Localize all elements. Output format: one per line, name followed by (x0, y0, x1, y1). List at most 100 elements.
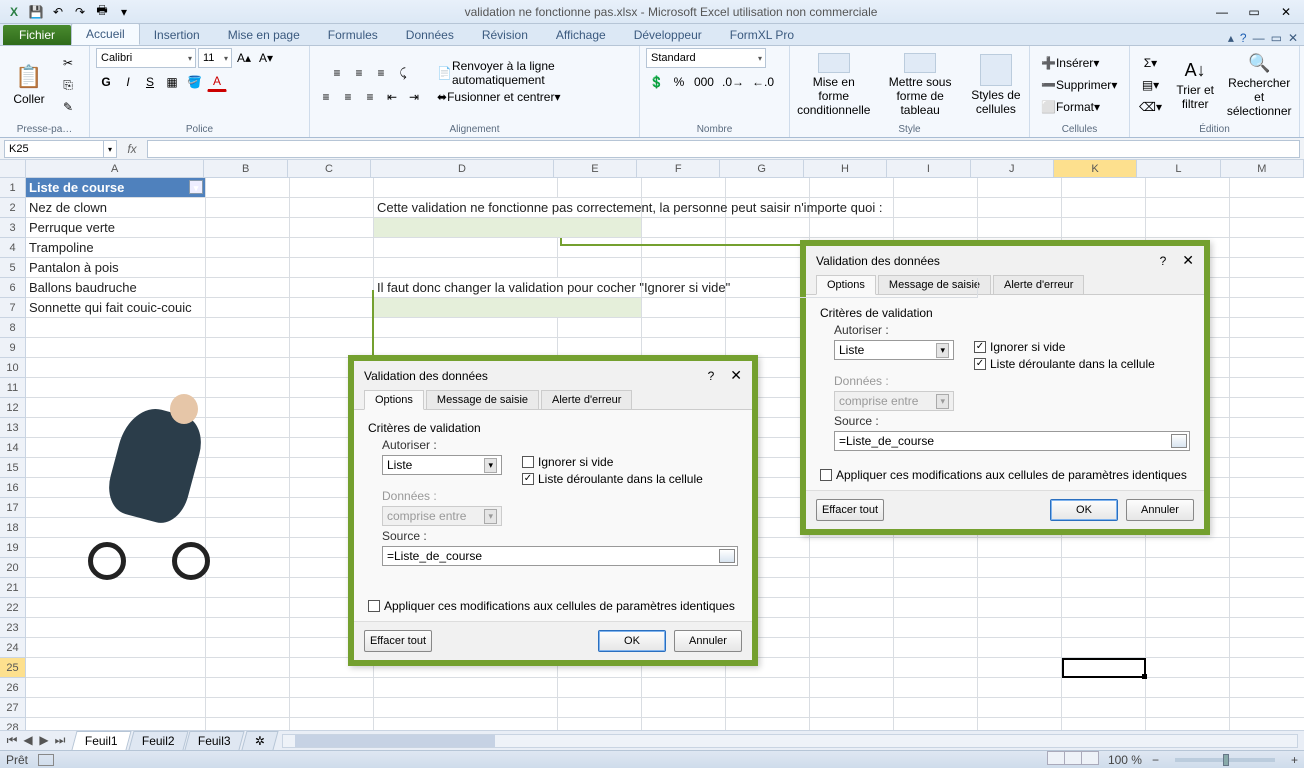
cell[interactable] (206, 618, 290, 638)
cell[interactable] (1062, 678, 1146, 698)
dialog-close-icon[interactable]: ✕ (730, 367, 742, 384)
cell-styles-button[interactable]: Styles de cellules (969, 52, 1023, 118)
cell[interactable] (374, 698, 558, 718)
row-header[interactable]: 3 (0, 218, 26, 238)
cell[interactable] (1230, 578, 1304, 598)
cell[interactable] (1062, 598, 1146, 618)
cell[interactable] (978, 538, 1062, 558)
macro-record-icon[interactable] (38, 754, 54, 766)
column-header[interactable]: B (204, 160, 287, 177)
italic-button[interactable]: I (118, 72, 138, 92)
cell[interactable] (978, 178, 1062, 198)
cell[interactable] (978, 218, 1062, 238)
dialog-tab-options[interactable]: Options (364, 390, 424, 410)
decrease-font-icon[interactable]: A▾ (256, 48, 276, 68)
cell[interactable] (1230, 678, 1304, 698)
tab-data[interactable]: Données (392, 25, 468, 45)
cell[interactable] (1230, 538, 1304, 558)
cell[interactable] (1062, 638, 1146, 658)
bold-button[interactable]: G (96, 72, 116, 92)
cell[interactable] (810, 178, 894, 198)
cell[interactable] (726, 318, 810, 338)
format-cells-button[interactable]: ⬜ Format ▾ (1036, 97, 1105, 117)
cell[interactable] (978, 698, 1062, 718)
cell[interactable] (26, 678, 206, 698)
cell[interactable] (290, 258, 374, 278)
cell[interactable] (978, 658, 1062, 678)
in-cell-dropdown-checkbox[interactable]: ✓Liste déroulante dans la cellule (974, 357, 1155, 371)
cell[interactable] (894, 598, 978, 618)
cell[interactable] (810, 678, 894, 698)
ignore-blank-checkbox[interactable]: ✓Ignorer si vide (974, 340, 1155, 354)
row-header[interactable]: 19 (0, 538, 26, 558)
cell[interactable] (1230, 338, 1304, 358)
zoom-level[interactable]: 100 % (1108, 753, 1142, 767)
cell[interactable] (726, 678, 810, 698)
cell[interactable] (1062, 618, 1146, 638)
worksheet-grid[interactable]: ABCDEFGHIJKLM 12345678910111213141516171… (0, 160, 1304, 738)
cell[interactable] (206, 198, 290, 218)
cell[interactable] (642, 678, 726, 698)
row-header[interactable]: 27 (0, 698, 26, 718)
cell[interactable] (1146, 678, 1230, 698)
workbook-close-icon[interactable]: ✕ (1288, 31, 1298, 45)
allow-select[interactable]: Liste (834, 340, 954, 360)
align-middle-icon[interactable]: ≡ (349, 63, 369, 83)
cell[interactable] (1230, 378, 1304, 398)
percent-icon[interactable]: % (669, 72, 689, 92)
row-header[interactable]: 7 (0, 298, 26, 318)
row-header[interactable]: 1 (0, 178, 26, 198)
cell[interactable] (1230, 218, 1304, 238)
cell[interactable] (1146, 558, 1230, 578)
cell[interactable] (206, 638, 290, 658)
in-cell-dropdown-checkbox[interactable]: ✓Liste déroulante dans la cellule (522, 472, 703, 486)
autosum-icon[interactable]: Σ▾ (1141, 53, 1161, 73)
number-format-combo[interactable]: Standard (646, 48, 766, 68)
cell[interactable] (978, 618, 1062, 638)
select-all-button[interactable] (0, 160, 26, 177)
cell[interactable] (374, 218, 642, 238)
cell[interactable] (810, 638, 894, 658)
column-header[interactable]: H (804, 160, 887, 177)
cell[interactable] (1230, 478, 1304, 498)
cell[interactable] (810, 698, 894, 718)
tab-home[interactable]: Accueil (71, 23, 140, 45)
cell[interactable] (1146, 578, 1230, 598)
wrap-text-button[interactable]: 📄 Renvoyer à la ligne automatiquement (430, 63, 633, 83)
tab-view[interactable]: Affichage (542, 25, 620, 45)
cell[interactable] (1230, 318, 1304, 338)
cell[interactable] (1230, 278, 1304, 298)
dialog-tab-error-alert[interactable]: Alerte d'erreur (541, 390, 632, 410)
sheet-nav-prev-icon[interactable]: ◀ (20, 733, 36, 748)
cell[interactable] (290, 298, 374, 318)
align-bottom-icon[interactable]: ≡ (371, 63, 391, 83)
dialog-tab-input-message[interactable]: Message de saisie (426, 390, 539, 410)
source-input[interactable]: =Liste_de_course (382, 546, 738, 566)
maximize-icon[interactable]: ▭ (1240, 3, 1268, 21)
cell[interactable]: Sonnette qui fait couic-couic (26, 298, 206, 318)
tab-review[interactable]: Révision (468, 25, 542, 45)
row-header[interactable]: 21 (0, 578, 26, 598)
row-header[interactable]: 9 (0, 338, 26, 358)
view-buttons[interactable] (1047, 751, 1098, 768)
cell[interactable] (894, 638, 978, 658)
cell[interactable] (978, 638, 1062, 658)
cell[interactable] (26, 618, 206, 638)
row-header[interactable]: 17 (0, 498, 26, 518)
apply-same-settings-checkbox[interactable]: Appliquer ces modifications aux cellules… (820, 468, 1190, 482)
comma-icon[interactable]: 000 (691, 72, 717, 92)
cell[interactable] (558, 178, 642, 198)
cell[interactable]: Perruque verte (26, 218, 206, 238)
increase-decimal-icon[interactable]: .0→ (719, 72, 747, 92)
cell[interactable] (726, 298, 810, 318)
cell[interactable] (1230, 198, 1304, 218)
sheet-tab-2[interactable]: Feuil2 (128, 731, 188, 750)
tab-developer[interactable]: Développeur (620, 25, 716, 45)
cell[interactable] (810, 218, 894, 238)
row-header[interactable]: 5 (0, 258, 26, 278)
workbook-restore-icon[interactable]: ▭ (1271, 31, 1282, 45)
column-header[interactable]: I (887, 160, 970, 177)
cell[interactable] (1230, 238, 1304, 258)
cell[interactable] (558, 678, 642, 698)
cell[interactable] (206, 278, 290, 298)
